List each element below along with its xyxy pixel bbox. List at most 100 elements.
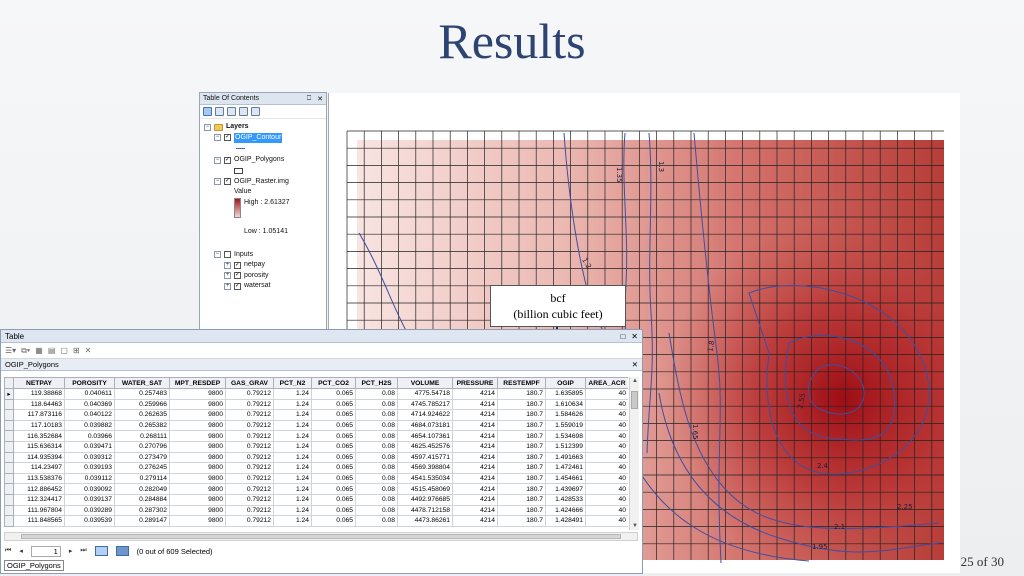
- table-cell[interactable]: 1.24: [273, 451, 312, 464]
- table-cell[interactable]: 180.7: [497, 388, 546, 400]
- close-icon[interactable]: ✕: [631, 332, 638, 341]
- table-cell[interactable]: 4214: [452, 515, 498, 527]
- table-cell[interactable]: 114.23497: [13, 462, 65, 474]
- table-cell[interactable]: 40: [585, 388, 628, 400]
- previous-record-icon[interactable]: ◂: [19, 547, 23, 555]
- table-row[interactable]: 117.873116 0.040122 0.262635 9800 0.79212 1.2…: [4, 409, 628, 421]
- list-by-drawing-order-icon[interactable]: [203, 107, 212, 116]
- table-cell[interactable]: 1.24: [273, 388, 312, 400]
- column-header[interactable]: PCT_CO2: [311, 377, 356, 389]
- table-cell[interactable]: 0.039882: [64, 419, 115, 432]
- layer-label[interactable]: OGIP_Raster.img: [234, 177, 289, 188]
- table-cell[interactable]: 1.24: [273, 409, 312, 421]
- table-row[interactable]: 112.324417 0.039137 0.284884 9800 0.79212 1.2…: [4, 493, 628, 506]
- layer-label[interactable]: watersat: [244, 281, 270, 292]
- table-cell[interactable]: 0.039289: [64, 504, 115, 517]
- table-cell[interactable]: 0.79212: [225, 462, 274, 474]
- checkbox-checked-icon[interactable]: ✓: [224, 178, 231, 186]
- table-cell[interactable]: 40: [585, 483, 628, 495]
- table-cell[interactable]: 0.065: [311, 398, 356, 411]
- scroll-thumb[interactable]: [631, 391, 638, 409]
- table-cell[interactable]: 0.065: [311, 419, 356, 432]
- table-cell[interactable]: 9800: [169, 472, 226, 485]
- table-cell[interactable]: 40: [585, 515, 628, 527]
- layer-label[interactable]: OGIP_Contour: [234, 132, 283, 143]
- table-cell[interactable]: 0.08: [355, 409, 398, 421]
- scroll-down-icon[interactable]: ▼: [632, 523, 638, 529]
- table-cell[interactable]: 4541.535034: [397, 472, 453, 485]
- table-cell[interactable]: 180.7: [497, 398, 546, 411]
- table-cell[interactable]: 4214: [452, 483, 498, 495]
- table-cell[interactable]: 0.273479: [114, 451, 170, 464]
- table-cell[interactable]: 1.584626: [545, 409, 586, 421]
- show-selected-records-icon[interactable]: [115, 546, 129, 556]
- table-cell[interactable]: 112.886452: [13, 483, 65, 495]
- table-cell[interactable]: 9800: [169, 430, 226, 442]
- table-row[interactable]: 117.10183 0.039882 0.265382 9800 0.79212 1.24…: [4, 419, 628, 432]
- inputs-group[interactable]: − Inputs: [204, 250, 326, 261]
- table-cell[interactable]: 0.065: [311, 440, 356, 453]
- row-selector[interactable]: ▸: [4, 388, 14, 400]
- maximize-icon[interactable]: □: [620, 332, 625, 341]
- table-cell[interactable]: 114.935394: [13, 451, 65, 464]
- table-cell[interactable]: 0.08: [355, 451, 398, 464]
- table-row[interactable]: 116.352684 0.03966 0.268111 9800 0.79212 1.24…: [4, 430, 628, 442]
- table-cell[interactable]: 40: [585, 419, 628, 432]
- table-cell[interactable]: 115.636314: [13, 440, 65, 453]
- layers-group[interactable]: − Layers: [204, 122, 326, 133]
- table-cell[interactable]: 119.38868: [13, 388, 65, 400]
- table-cell[interactable]: 118.64463: [13, 398, 65, 411]
- row-selector[interactable]: [4, 515, 14, 527]
- row-selector[interactable]: [4, 483, 14, 495]
- table-cell[interactable]: 9800: [169, 504, 226, 517]
- table-cell[interactable]: 1.439697: [545, 483, 586, 495]
- row-selector[interactable]: [4, 472, 14, 485]
- table-cell[interactable]: 1.534698: [545, 430, 586, 442]
- first-record-icon[interactable]: ⏮: [5, 547, 11, 555]
- table-cell[interactable]: 0.79212: [225, 388, 274, 400]
- clear-selection-icon[interactable]: ▢: [60, 346, 68, 355]
- table-cell[interactable]: 0.79212: [225, 398, 274, 411]
- horizontal-scrollbar[interactable]: [4, 532, 638, 541]
- scroll-thumb[interactable]: [21, 534, 621, 539]
- table-cell[interactable]: 180.7: [497, 493, 546, 506]
- table-cell[interactable]: 9800: [169, 398, 226, 411]
- table-cell[interactable]: 112.324417: [13, 493, 65, 506]
- checkbox-checked-icon[interactable]: ✓: [234, 282, 241, 290]
- table-cell[interactable]: 4214: [452, 388, 498, 400]
- table-cell[interactable]: 0.08: [355, 515, 398, 527]
- table-row[interactable]: 112.886452 0.039092 0.282049 9800 0.79212 1.2…: [4, 483, 628, 495]
- table-cell[interactable]: 1.559019: [545, 419, 586, 432]
- column-header[interactable]: PRESSURE: [452, 377, 498, 389]
- table-cell[interactable]: 4625.452576: [397, 440, 453, 453]
- table-cell[interactable]: 0.039092: [64, 483, 115, 495]
- column-header[interactable]: NETPAY: [13, 377, 65, 389]
- table-cell[interactable]: 1.491663: [545, 451, 586, 464]
- column-header[interactable]: AREA_ACR: [585, 377, 628, 389]
- table-cell[interactable]: 116.352684: [13, 430, 65, 442]
- table-cell[interactable]: 0.039312: [64, 451, 115, 464]
- table-cell[interactable]: 0.08: [355, 388, 398, 400]
- table-cell[interactable]: 0.08: [355, 483, 398, 495]
- table-cell[interactable]: 1.424666: [545, 504, 586, 517]
- table-cell[interactable]: 1.24: [273, 440, 312, 453]
- table-cell[interactable]: 180.7: [497, 504, 546, 517]
- table-cell[interactable]: 4214: [452, 419, 498, 432]
- table-cell[interactable]: 0.282049: [114, 483, 170, 495]
- table-cell[interactable]: 0.08: [355, 398, 398, 411]
- list-by-visibility-icon[interactable]: [227, 107, 236, 116]
- layer-porosity[interactable]: + ✓ porosity: [204, 271, 326, 282]
- table-cell[interactable]: 180.7: [497, 515, 546, 527]
- column-header[interactable]: POROSITY: [64, 377, 115, 389]
- table-cell[interactable]: 0.065: [311, 493, 356, 506]
- table-cell[interactable]: 4214: [452, 430, 498, 442]
- table-cell[interactable]: 40: [585, 472, 628, 485]
- table-cell[interactable]: 0.039539: [64, 515, 115, 527]
- table-cell[interactable]: 4654.107361: [397, 430, 453, 442]
- table-cell[interactable]: 9800: [169, 388, 226, 400]
- layer-label[interactable]: netpay: [244, 260, 265, 271]
- table-cell[interactable]: 180.7: [497, 430, 546, 442]
- row-selector[interactable]: [4, 430, 14, 442]
- table-cell[interactable]: 0.03966: [64, 430, 115, 442]
- column-header[interactable]: WATER_SAT: [114, 377, 170, 389]
